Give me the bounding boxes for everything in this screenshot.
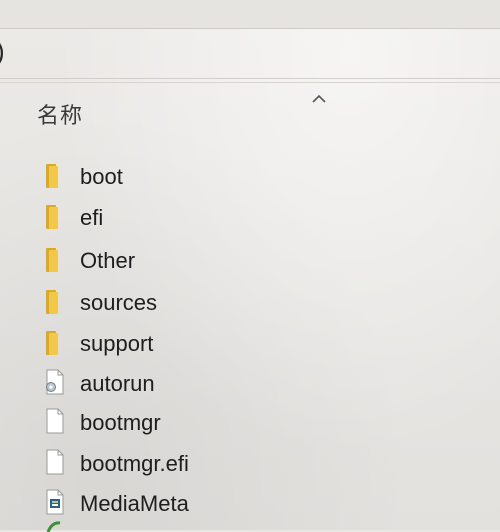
file-row-support[interactable]: support bbox=[0, 322, 500, 362]
chevron-up-icon bbox=[312, 94, 326, 103]
address-bar[interactable]: ) bbox=[0, 30, 500, 79]
file-name: bootmgr bbox=[80, 410, 161, 435]
file-row-mediameta[interactable]: MediaMeta bbox=[0, 482, 500, 522]
separator bbox=[0, 82, 500, 83]
file-name: bootmgr.efi bbox=[80, 451, 189, 476]
column-header-name[interactable]: 名称 bbox=[0, 88, 500, 136]
address-text: ) bbox=[0, 36, 5, 67]
file-row-autorun[interactable]: autorun bbox=[0, 362, 500, 402]
file-row-sources[interactable]: sources bbox=[0, 281, 500, 321]
file-row-boot[interactable]: boot bbox=[0, 155, 500, 195]
file-name: Other bbox=[80, 248, 136, 273]
file-name: boot bbox=[80, 164, 123, 189]
partial-file-icon bbox=[46, 521, 61, 532]
file-name: support bbox=[80, 331, 154, 356]
file-row-efi[interactable]: efi bbox=[0, 196, 500, 236]
xml-file-icon bbox=[46, 489, 64, 515]
settings-file-icon bbox=[46, 369, 64, 395]
file-name: autorun bbox=[80, 371, 155, 396]
folder-icon bbox=[46, 205, 58, 229]
folder-icon bbox=[46, 290, 58, 314]
column-name-label: 名称 bbox=[37, 103, 84, 128]
file-row-other[interactable]: Other bbox=[0, 239, 500, 279]
file-row-bootmgr-efi[interactable]: bootmgr.efi bbox=[0, 442, 500, 482]
blank-file-icon bbox=[46, 408, 64, 434]
file-name: MediaMeta bbox=[80, 491, 189, 516]
blank-file-icon bbox=[46, 449, 64, 475]
file-row-bootmgr[interactable]: bootmgr bbox=[0, 401, 500, 441]
folder-icon bbox=[46, 248, 58, 272]
folder-icon bbox=[46, 164, 58, 188]
file-name: sources bbox=[80, 290, 158, 315]
file-name: efi bbox=[80, 205, 104, 230]
toolbar-strip bbox=[0, 0, 500, 29]
folder-icon bbox=[46, 331, 58, 355]
